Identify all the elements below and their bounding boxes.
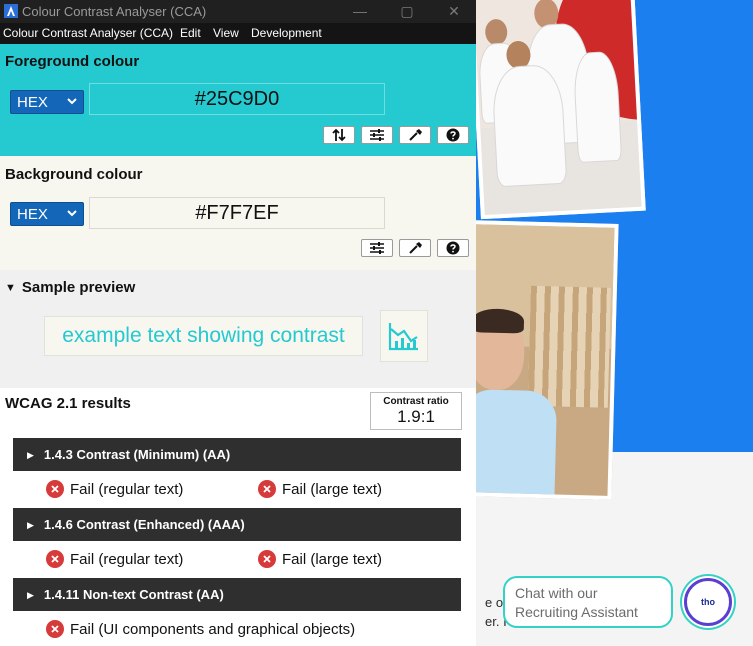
criterion-label: 1.4.11 Non-text Contrast (AA) [43,587,224,602]
format-select-label: HEX [17,206,48,223]
sample-preview-toggle[interactable]: ▼ Sample preview [5,279,135,296]
chart-preview-icon [388,323,418,351]
chat-assistant-bubble[interactable]: Chat with our Recruiting Assistant [503,576,673,628]
result-text: Fail (large text) [282,550,383,568]
triangle-right-icon: ▶ [27,590,34,600]
fail-icon [46,550,64,568]
menu-item-view[interactable]: View [213,26,239,40]
help-icon [446,241,460,255]
background-title: Background colour [5,166,143,183]
foreground-format-select[interactable]: HEX [10,90,84,114]
foreground-eyedropper-button[interactable] [399,126,431,144]
cca-window: Colour Contrast Analyser (CCA) — ▢ ✕ Col… [0,0,476,646]
man-photo [475,220,619,500]
chevron-down-icon [67,210,77,217]
minimize-button[interactable]: — [350,2,370,20]
sliders-icon [370,129,384,141]
result-text: Fail (UI components and graphical object… [70,620,356,638]
background-help-button[interactable] [437,239,469,257]
avatar-label: tho [701,597,715,607]
foreground-hex-input[interactable]: #25C9D0 [89,83,385,115]
chat-assistant-avatar[interactable]: tho [684,578,732,626]
fail-icon [258,550,276,568]
contrast-ratio-value: 1.9:1 [397,407,435,426]
criterion-label: 1.4.3 Contrast (Minimum) (AA) [43,447,231,462]
maximize-button[interactable]: ▢ [397,2,417,20]
background-sliders-button[interactable] [361,239,393,257]
background-hex-input[interactable]: #F7F7EF [89,197,385,229]
foreground-help-button[interactable] [437,126,469,144]
result-text: Fail (regular text) [70,550,184,568]
fail-icon [46,480,64,498]
sliders-icon [370,242,384,254]
foreground-colour-section: Foreground colour HEX #25C9D0 [0,44,476,156]
criterion-1-4-11-toggle[interactable]: ▶ 1.4.11 Non-text Contrast (AA) [13,578,461,611]
fail-icon [46,620,64,638]
contrast-ratio-box: Contrast ratio 1.9:1 [370,392,462,430]
menu-bar: Colour Contrast Analyser (CCA) Edit View… [0,23,476,44]
result-item: Fail (regular text) [46,480,183,498]
close-button[interactable]: ✕ [444,2,464,20]
team-photo [475,0,646,220]
sample-preview-text: example text showing contrast [44,316,363,356]
background-colour-section: Background colour HEX #F7F7EF [0,156,476,270]
swap-colours-button[interactable] [323,126,355,144]
help-icon [446,128,460,142]
result-item: Fail (large text) [258,550,382,568]
background-eyedropper-button[interactable] [399,239,431,257]
criterion-1-4-3-toggle[interactable]: ▶ 1.4.3 Contrast (Minimum) (AA) [13,438,461,471]
criterion-label: 1.4.6 Contrast (Enhanced) (AAA) [43,517,245,532]
menu-item-edit[interactable]: Edit [180,26,201,40]
chevron-down-icon [67,98,77,105]
cca-logo-icon [4,4,18,18]
triangle-right-icon: ▶ [27,520,34,530]
menu-item-app[interactable]: Colour Contrast Analyser (CCA) [3,26,173,40]
result-item: Fail (large text) [258,480,382,498]
wcag-results-section: WCAG 2.1 results Contrast ratio 1.9:1 ▶ 1… [0,388,476,646]
wcag-results-title: WCAG 2.1 results [5,395,131,412]
sample-preview-title: Sample preview [21,279,136,296]
eyedropper-icon [409,242,422,254]
background-format-select[interactable]: HEX [10,202,84,226]
result-item: Fail (UI components and graphical object… [46,620,355,638]
title-bar: Colour Contrast Analyser (CCA) — ▢ ✕ [0,0,476,23]
window-title: Colour Contrast Analyser (CCA) [22,4,207,19]
triangle-down-icon: ▼ [5,282,16,294]
criterion-1-4-6-toggle[interactable]: ▶ 1.4.6 Contrast (Enhanced) (AAA) [13,508,461,541]
background-website: e of er. I [475,0,753,646]
contrast-ratio-label: Contrast ratio [383,396,449,407]
eyedropper-icon [409,129,422,141]
format-select-label: HEX [17,94,48,111]
result-text: Fail (large text) [282,480,383,498]
graphic-preview [380,310,428,362]
result-item: Fail (regular text) [46,550,183,568]
foreground-sliders-button[interactable] [361,126,393,144]
sample-preview-section: ▼ Sample preview example text showing con… [0,270,476,388]
swap-icon [332,128,346,142]
result-text: Fail (regular text) [70,480,184,498]
fail-icon [258,480,276,498]
menu-item-development[interactable]: Development [251,26,322,40]
triangle-right-icon: ▶ [27,450,34,460]
foreground-title: Foreground colour [5,53,140,70]
